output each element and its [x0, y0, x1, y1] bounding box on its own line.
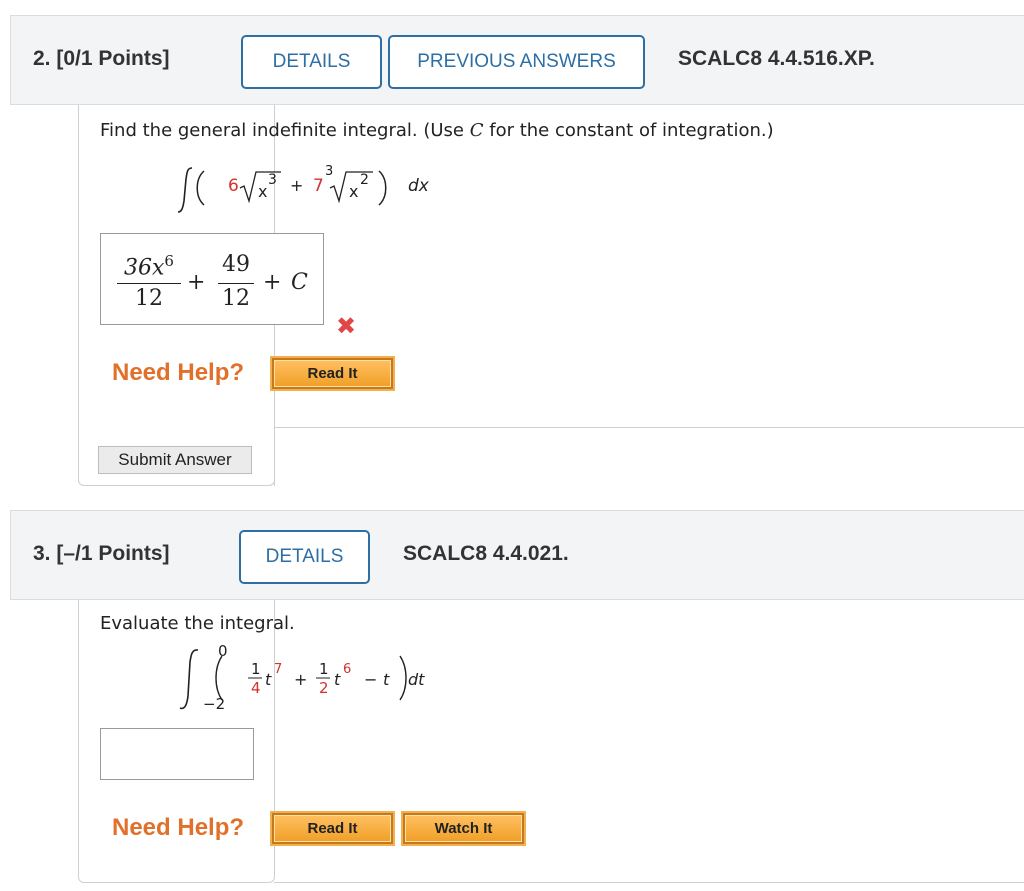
q2-answer-denominator-1: 12	[135, 286, 163, 311]
q3-read-it-button[interactable]: Read It	[270, 811, 395, 846]
fraction-bar	[218, 283, 254, 284]
q2-dx: dx	[408, 176, 429, 196]
question-3-number: 3. [–/1 Points]	[33, 542, 170, 565]
q3-frac2-denominator: 2	[319, 679, 329, 697]
q3-frac1-denominator: 4	[251, 679, 261, 697]
q2-answer-denominator-2: 12	[222, 286, 250, 311]
q2-coef-1: 6	[228, 176, 239, 196]
q3-watch-it-button[interactable]: Watch It	[401, 811, 526, 846]
q2-answer-field[interactable]: 36x6 12 + 49 12 + C	[100, 233, 324, 325]
divider	[274, 882, 1024, 883]
q2-root-index: 3	[325, 164, 334, 179]
q2-read-it-button[interactable]: Read It	[270, 356, 395, 391]
question-3-header: 3. [–/1 Points] DETAILS SCALC8 4.4.021.	[10, 510, 1024, 600]
q2-answer-plus-2: +	[263, 270, 282, 295]
q2-exp-1: 3	[268, 172, 277, 188]
q3-need-help-label: Need Help?	[112, 814, 245, 841]
q2-radicand-1: x	[258, 182, 268, 201]
question-2-number: 2. [0/1 Points]	[33, 47, 170, 70]
q3-term3-var: t	[383, 670, 390, 689]
q2-answer-numerator-2: 49	[222, 252, 250, 277]
q2-plus: +	[290, 176, 304, 195]
q3-minus: −	[364, 670, 378, 689]
q2-coef-2: 7	[313, 176, 324, 196]
divider	[274, 427, 1024, 428]
q3-answer-input[interactable]	[100, 728, 254, 780]
q2-radicand-2: x	[349, 182, 359, 201]
q3-problem-code: SCALC8 4.4.021.	[403, 542, 569, 565]
q3-term2-exp: 6	[343, 662, 352, 677]
q2-exp-2: 2	[360, 172, 369, 188]
q3-upper-limit: 0	[218, 642, 228, 660]
q3-term1-var: t	[265, 670, 272, 689]
q2-need-help-label: Need Help?	[112, 359, 245, 386]
fraction-bar	[117, 283, 181, 284]
q3-plus: +	[294, 670, 308, 689]
q2-answer-constant: C	[291, 270, 308, 295]
q3-frac2-numerator: 1	[319, 660, 329, 678]
q3-frac1-numerator: 1	[251, 660, 261, 678]
incorrect-icon: ✖	[336, 312, 357, 340]
submit-answer-button[interactable]: Submit Answer	[98, 446, 252, 474]
divider	[274, 427, 275, 486]
q3-lower-limit: −2	[203, 695, 226, 713]
q2-answer-numerator-1: 36x6	[124, 252, 174, 281]
q2-previous-answers-button[interactable]: PREVIOUS ANSWERS	[388, 35, 645, 89]
q3-term1-exp: 7	[274, 662, 283, 677]
q2-prompt: Find the general indefinite integral. (U…	[100, 120, 774, 141]
q3-dt: dt	[408, 670, 425, 689]
q2-problem-code: SCALC8 4.4.516.XP.	[678, 47, 875, 70]
q3-details-button[interactable]: DETAILS	[239, 530, 370, 584]
q3-term2-var: t	[334, 670, 341, 689]
q3-prompt: Evaluate the integral.	[100, 613, 295, 634]
question-2-header: 2. [0/1 Points] DETAILS PREVIOUS ANSWERS…	[10, 15, 1024, 105]
q2-answer-plus-1: +	[187, 270, 206, 295]
q2-details-button[interactable]: DETAILS	[241, 35, 382, 89]
